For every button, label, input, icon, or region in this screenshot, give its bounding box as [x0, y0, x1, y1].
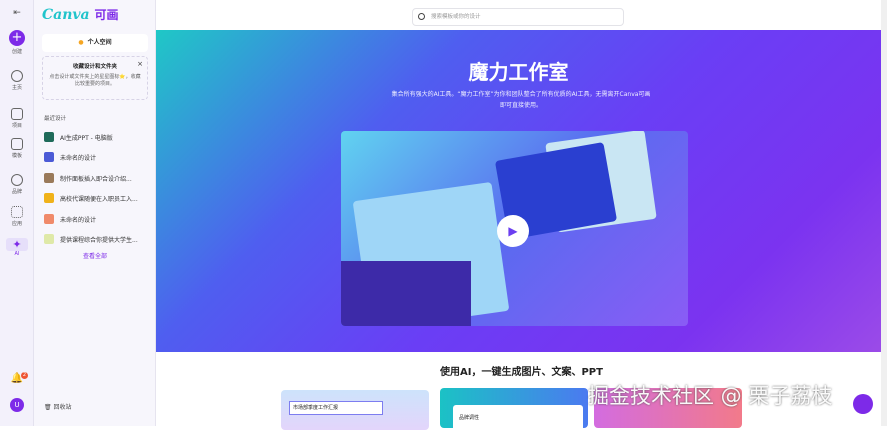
recent-design-item[interactable]: 制作面板插入即合设介绍... — [44, 171, 154, 185]
label: 项目 — [11, 123, 22, 129]
avatar[interactable]: U — [0, 398, 34, 412]
label: 品牌 — [11, 189, 22, 195]
design-name: 提供课程综合你提供大学生... — [60, 236, 138, 244]
plus-icon: + — [9, 30, 25, 46]
design-thumbnail — [44, 214, 54, 224]
recent-design-item[interactable]: AI生成PPT - 电脑版 — [44, 130, 154, 144]
team-switcher[interactable]: ● 个人空间 — [42, 34, 148, 52]
label: 应用 — [11, 221, 22, 227]
rail-item-brand[interactable]: 品牌 — [0, 174, 34, 195]
trash-label: 回收站 — [53, 404, 72, 411]
rail-item-ai[interactable]: ✦ AI — [0, 238, 34, 257]
recent-designs-heading: 最近设计 — [44, 116, 67, 122]
create-button[interactable]: + 创建 — [0, 30, 34, 55]
search-placeholder: 搜索模板或你的设计 — [431, 14, 481, 20]
hero-title: 魔力工作室 — [468, 60, 569, 84]
hero-description: 集合所有强大的AI工具。“魔力工作室”为你和团队整合了所有优质的AI工具，无需离… — [391, 91, 651, 109]
label: AI — [14, 251, 20, 257]
section-title: 使用AI，一键生成图片、文案、PPT — [440, 367, 603, 378]
close-icon[interactable]: × — [137, 60, 143, 68]
design-name: 未命名的设计 — [60, 154, 97, 162]
watermark: 掘金技术社区 @ 栗子荔枝 — [588, 384, 833, 408]
logo-text: Canva — [42, 7, 90, 23]
design-thumbnail — [44, 193, 54, 203]
hero-banner: 魔力工作室 集合所有强大的AI工具。“魔力工作室”为你和团队整合了所有优质的AI… — [156, 30, 881, 352]
design-thumbnail — [44, 152, 54, 162]
brand-icon — [11, 174, 23, 186]
logo-cn: 可画 — [94, 8, 119, 22]
design-name: AI生成PPT - 电脑版 — [60, 134, 113, 142]
trash-button[interactable]: 🗑 回收站 — [44, 402, 72, 411]
view-all-link[interactable]: 查看全部 — [34, 251, 156, 260]
design-name: 未命名的设计 — [60, 216, 97, 224]
recent-design-item[interactable]: 未命名的设计 — [44, 212, 154, 226]
prompt-input[interactable]: 市场部季度工作汇报 — [289, 401, 383, 415]
card-title: 收藏设计和文件夹 — [72, 64, 117, 70]
canva-logo[interactable]: Canva 可画 — [42, 6, 119, 23]
design-name: 制作面板插入即合设介绍... — [60, 175, 132, 183]
side-panel: Canva 可画 ● 个人空间 × 收藏设计和文件夹点击设计或文件夹上的星星图标⭐，… — [34, 0, 156, 426]
favorites-tip-card: × 收藏设计和文件夹点击设计或文件夹上的星星图标⭐，收藏比较重要的项目。 — [42, 56, 148, 100]
sparkle-icon: ✦ — [6, 238, 28, 251]
label: 主页 — [11, 85, 22, 91]
rail-item-projects[interactable]: 项目 — [0, 108, 34, 129]
collapse-sidebar-icon[interactable]: ⇤ — [0, 8, 34, 18]
card-text: 点击设计或文件夹上的星星图标⭐，收藏比较重要的项目。 — [49, 74, 141, 87]
recent-design-item[interactable]: 提供课程综合你提供大学生... — [44, 232, 154, 246]
scrollbar[interactable] — [881, 0, 887, 426]
design-name: 高校代课随便在入职员工入... — [60, 195, 138, 203]
notifications-button[interactable]: 🔔 2 — [0, 372, 34, 384]
main-content: 搜索模板或你的设计 魔力工作室 集合所有强大的AI工具。“魔力工作室”为你和团队… — [156, 0, 887, 435]
team-name: 个人空间 — [87, 39, 112, 46]
search-input[interactable]: 搜索模板或你的设计 — [412, 8, 624, 26]
home-icon — [11, 70, 23, 82]
apps-icon — [11, 206, 23, 218]
ai-copy-card[interactable]: 品牌调性 — [440, 388, 588, 435]
intro-video[interactable]: ▶ — [341, 131, 688, 326]
rail-item-templates[interactable]: 模板 — [0, 138, 34, 159]
play-button[interactable]: ▶ — [497, 215, 529, 247]
design-thumbnail — [44, 234, 54, 244]
icon-rail: ⇤ + 创建 主页 项目 模板 品牌 应用 ✦ AI 🔔 2 U — [0, 0, 34, 426]
rail-item-home[interactable]: 主页 — [0, 70, 34, 91]
collage-image — [341, 261, 471, 326]
recent-design-item[interactable]: 未命名的设计 — [44, 150, 154, 164]
avatar-initial: U — [10, 398, 24, 412]
design-thumbnail — [44, 132, 54, 142]
ai-ppt-card[interactable]: 市场部季度工作汇报 — [281, 390, 429, 430]
design-thumbnail — [44, 173, 54, 183]
label: 模板 — [11, 153, 22, 159]
card-label: 品牌调性 — [453, 405, 583, 435]
recent-design-item[interactable]: 高校代课随便在入职员工入... — [44, 191, 154, 205]
dot-icon: ● — [78, 39, 84, 46]
search-icon — [418, 13, 425, 20]
help-button[interactable] — [853, 394, 873, 414]
trash-icon: 🗑 — [44, 404, 52, 411]
rail-item-apps[interactable]: 应用 — [0, 206, 34, 227]
template-icon — [11, 138, 23, 150]
notification-badge: 2 — [21, 372, 28, 379]
create-label: 创建 — [11, 49, 22, 55]
folder-icon — [11, 108, 23, 120]
